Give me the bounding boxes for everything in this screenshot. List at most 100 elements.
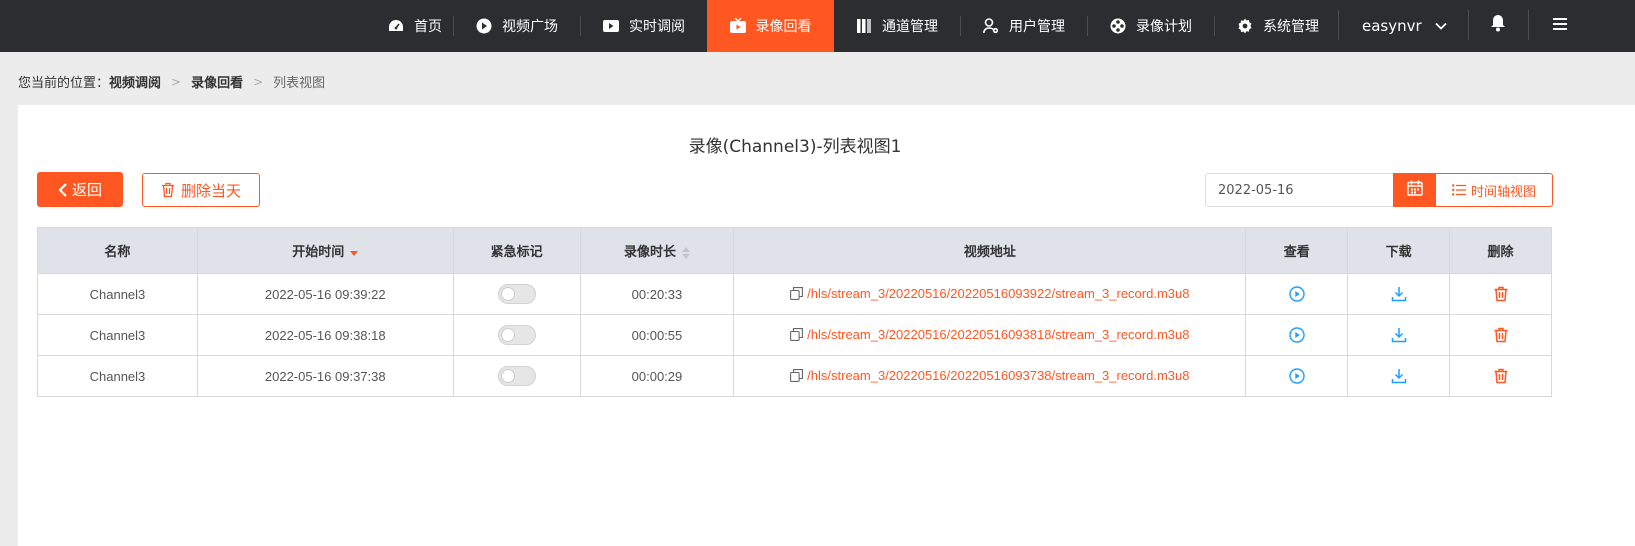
play-icon[interactable] (1288, 327, 1305, 343)
nav-label: 用户管理 (1009, 19, 1065, 35)
play-icon[interactable] (1288, 368, 1305, 384)
nav-home[interactable]: 首页 (377, 0, 453, 52)
header-label: 录像时长 (623, 245, 676, 260)
breadcrumb-prefix: 您当前的位置： (18, 76, 110, 91)
cell-url: /hls/stream_3/20220516/20220516093738/st… (733, 355, 1247, 397)
nav-divider (1338, 10, 1339, 40)
chevron-right-icon: > (171, 74, 182, 89)
cell-start-time: 2022-05-16 09:39:22 (196, 273, 454, 315)
cell-urgent (452, 355, 581, 397)
playback-icon (729, 18, 746, 34)
nav-channel-management[interactable]: 通道管理 (834, 0, 960, 52)
sort-desc-icon[interactable] (350, 247, 359, 259)
trash-icon[interactable] (1493, 327, 1509, 343)
trash-icon[interactable] (1493, 286, 1509, 302)
nav-record-plan[interactable]: 录像计划 (1088, 0, 1214, 52)
breadcrumb-item: 列表视图 (273, 76, 326, 91)
cell-name: Channel3 (37, 273, 198, 315)
urgent-toggle[interactable] (497, 366, 536, 386)
dashboard-icon (388, 18, 404, 34)
breadcrumb-item[interactable]: 录像回看 (191, 72, 243, 91)
video-url-link[interactable]: /hls/stream_3/20220516/20220516093922/st… (790, 286, 1189, 301)
column-header-urgent: 紧急标记 (452, 227, 581, 274)
header-label: 开始时间 (292, 245, 345, 260)
cell-view (1245, 314, 1349, 356)
user-gear-icon (983, 18, 999, 34)
column-header-download: 下载 (1347, 227, 1451, 274)
nav-label: 首页 (414, 19, 442, 35)
cell-delete (1449, 314, 1552, 356)
download-icon[interactable] (1391, 286, 1407, 302)
video-url-link[interactable]: /hls/stream_3/20220516/20220516093818/st… (790, 327, 1189, 342)
table-row: Channel3 2022-05-16 09:37:38 00:00:29 /h… (37, 355, 1552, 397)
table-row: Channel3 2022-05-16 09:39:22 00:20:33 /h… (37, 273, 1552, 315)
download-icon[interactable] (1391, 327, 1407, 343)
date-input[interactable] (1205, 173, 1394, 207)
cell-download (1347, 355, 1451, 397)
cell-duration: 00:00:29 (579, 355, 735, 397)
page-title: 录像(Channel3)-列表视图1 (688, 137, 902, 157)
nav-label: 实时调阅 (629, 19, 685, 35)
nav-divider (1528, 10, 1529, 40)
column-header-start-time[interactable]: 开始时间 (196, 227, 454, 274)
back-button-label: 返回 (71, 181, 102, 199)
menu-icon[interactable] (1553, 16, 1567, 30)
channels-icon (856, 18, 872, 34)
cell-name: Channel3 (37, 314, 198, 356)
cell-url: /hls/stream_3/20220516/20220516093818/st… (733, 314, 1247, 356)
download-icon[interactable] (1391, 368, 1407, 384)
url-text: /hls/stream_3/20220516/20220516093922/st… (807, 285, 1190, 301)
nav-playback[interactable]: 录像回看 (707, 0, 834, 52)
back-button[interactable]: 返回 (37, 172, 123, 207)
urgent-toggle[interactable] (497, 284, 536, 304)
nav-user-management[interactable]: 用户管理 (961, 0, 1087, 52)
calendar-icon (1406, 180, 1423, 200)
nav-label: 系统管理 (1263, 19, 1319, 35)
header-label: 名称 (104, 245, 131, 260)
list-icon (1451, 184, 1466, 196)
nav-live-view[interactable]: 实时调阅 (581, 0, 707, 52)
play-circle-icon (476, 18, 492, 34)
cell-delete (1449, 355, 1552, 397)
user-menu[interactable]: easynvr (1362, 0, 1448, 52)
header-label: 紧急标记 (490, 245, 543, 260)
chevron-right-icon: > (253, 74, 264, 89)
table-row: Channel3 2022-05-16 09:38:18 00:00:55 /h… (37, 314, 1552, 356)
cell-url: /hls/stream_3/20220516/20220516093922/st… (733, 273, 1247, 315)
column-header-view: 查看 (1245, 227, 1349, 274)
chevron-left-icon (58, 182, 68, 197)
delete-day-button[interactable]: 删除当天 (142, 173, 260, 207)
breadcrumb-item[interactable]: 视频调阅 (109, 72, 161, 91)
sort-icon[interactable] (681, 246, 690, 259)
table-header-row: 名称 开始时间 紧急标记 录像时长 视频地址 查看 下载 删除 (37, 227, 1552, 274)
chevron-down-icon (1434, 19, 1448, 33)
cell-urgent (452, 273, 581, 315)
video-url-link[interactable]: /hls/stream_3/20220516/20220516093738/st… (790, 368, 1189, 383)
cell-view (1245, 273, 1349, 315)
recordings-table: 名称 开始时间 紧急标记 录像时长 视频地址 查看 下载 删除 Channel3… (37, 227, 1552, 397)
nav-video-square[interactable]: 视频广场 (454, 0, 580, 52)
column-header-duration[interactable]: 录像时长 (579, 227, 735, 274)
nav-divider (1468, 10, 1469, 40)
nav-label: 录像回看 (755, 19, 812, 35)
nav-label: 视频广场 (502, 19, 558, 35)
column-header-url: 视频地址 (733, 227, 1247, 274)
header-label: 下载 (1385, 245, 1412, 260)
cell-delete (1449, 273, 1552, 315)
copy-icon[interactable] (790, 368, 804, 382)
calendar-button[interactable] (1393, 173, 1436, 207)
film-reel-icon (1110, 18, 1126, 34)
urgent-toggle[interactable] (497, 325, 536, 345)
bell-icon[interactable] (1490, 14, 1508, 34)
header-label: 查看 (1283, 245, 1310, 260)
copy-icon[interactable] (790, 327, 804, 341)
cell-view (1245, 355, 1349, 397)
timeline-view-button[interactable]: 时间轴视图 (1436, 173, 1553, 207)
cell-urgent (452, 314, 581, 356)
copy-icon[interactable] (790, 286, 804, 300)
trash-icon[interactable] (1493, 368, 1509, 384)
cell-start-time: 2022-05-16 09:37:38 (196, 355, 454, 397)
username: easynvr (1362, 17, 1422, 35)
play-icon[interactable] (1288, 286, 1305, 302)
nav-system-management[interactable]: 系统管理 (1215, 0, 1341, 52)
